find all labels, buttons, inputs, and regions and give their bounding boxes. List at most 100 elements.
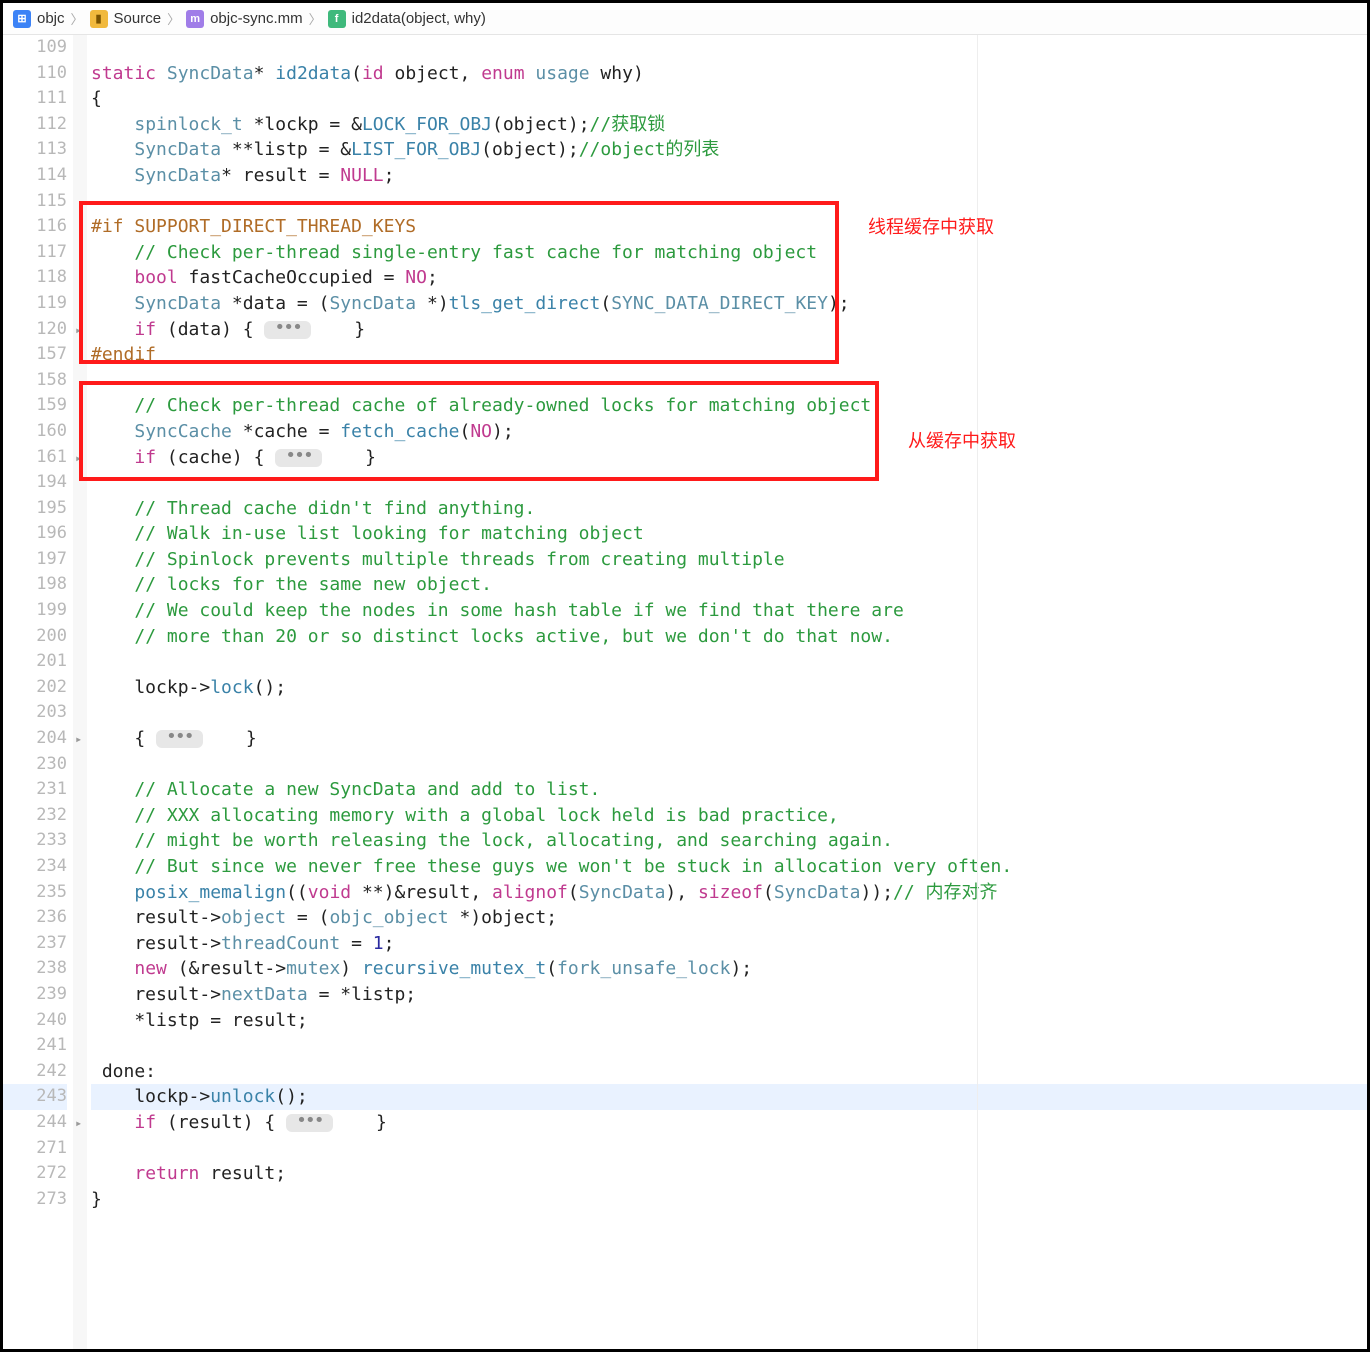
bc-folder[interactable]: Source: [114, 10, 162, 27]
code-line[interactable]: spinlock_t *lockp = &LOCK_FOR_OBJ(object…: [91, 112, 1367, 138]
code-line[interactable]: if (cache) { ••• }: [91, 445, 1367, 471]
code-line[interactable]: return result;: [91, 1161, 1367, 1187]
code-line[interactable]: { ••• }: [91, 726, 1367, 752]
code-line[interactable]: }: [91, 1187, 1367, 1213]
fold-arrow-icon[interactable]: ▸: [75, 453, 85, 463]
code-area[interactable]: static SyncData* id2data(id object, enum…: [87, 35, 1367, 1349]
code-line[interactable]: posix_memalign((void **)&result, alignof…: [91, 880, 1367, 906]
code-line[interactable]: // Thread cache didn't find anything.: [91, 496, 1367, 522]
code-line[interactable]: SyncCache *cache = fetch_cache(NO);: [91, 419, 1367, 445]
code-line[interactable]: result->nextData = *listp;: [91, 982, 1367, 1008]
code-line[interactable]: #endif: [91, 342, 1367, 368]
chevron-right-icon: 〉: [309, 9, 322, 28]
code-line[interactable]: // But since we never free these guys we…: [91, 854, 1367, 880]
code-line[interactable]: // Walk in-use list looking for matching…: [91, 521, 1367, 547]
code-line[interactable]: // more than 20 or so distinct locks act…: [91, 624, 1367, 650]
code-line[interactable]: [91, 368, 1367, 394]
fold-ellipsis[interactable]: •••: [286, 1114, 333, 1132]
code-line[interactable]: [91, 189, 1367, 215]
fold-ellipsis[interactable]: •••: [156, 730, 203, 748]
line-number: 197: [3, 547, 67, 573]
line-number: 118: [3, 265, 67, 291]
code-line[interactable]: if (data) { ••• }: [91, 317, 1367, 343]
line-number: 159: [3, 393, 67, 419]
code-line[interactable]: if (result) { ••• }: [91, 1110, 1367, 1136]
line-number: 194: [3, 470, 67, 496]
line-number: 234: [3, 854, 67, 880]
code-line[interactable]: // locks for the same new object.: [91, 572, 1367, 598]
code-line[interactable]: [91, 1033, 1367, 1059]
chevron-right-icon: 〉: [71, 9, 84, 28]
code-line[interactable]: {: [91, 86, 1367, 112]
line-number: 158: [3, 368, 67, 394]
code-line[interactable]: SyncData *data = (SyncData *)tls_get_dir…: [91, 291, 1367, 317]
code-line[interactable]: bool fastCacheOccupied = NO;: [91, 265, 1367, 291]
fold-ellipsis[interactable]: •••: [264, 321, 311, 339]
code-line[interactable]: // might be worth releasing the lock, al…: [91, 828, 1367, 854]
code-line[interactable]: // Allocate a new SyncData and add to li…: [91, 777, 1367, 803]
line-number: 116: [3, 214, 67, 240]
line-number: 237: [3, 931, 67, 957]
line-number: 109: [3, 35, 67, 61]
code-line[interactable]: done:: [91, 1059, 1367, 1085]
code-line[interactable]: // Check per-thread cache of already-own…: [91, 393, 1367, 419]
line-number: 202: [3, 675, 67, 701]
code-line[interactable]: *listp = result;: [91, 1008, 1367, 1034]
code-line[interactable]: [91, 700, 1367, 726]
code-line[interactable]: static SyncData* id2data(id object, enum…: [91, 61, 1367, 87]
line-number: 236: [3, 905, 67, 931]
line-number: 238: [3, 956, 67, 982]
code-line[interactable]: // XXX allocating memory with a global l…: [91, 803, 1367, 829]
code-line[interactable]: SyncData* result = NULL;: [91, 163, 1367, 189]
code-line[interactable]: [91, 1136, 1367, 1162]
line-number: 235: [3, 880, 67, 906]
line-number: 240: [3, 1008, 67, 1034]
code-line[interactable]: [91, 470, 1367, 496]
fold-arrow-icon[interactable]: ▸: [75, 1118, 85, 1128]
code-line[interactable]: #if SUPPORT_DIRECT_THREAD_KEYS: [91, 214, 1367, 240]
line-number: 196: [3, 521, 67, 547]
line-number: 199: [3, 598, 67, 624]
code-editor[interactable]: 1091101111121131141151161171181191201571…: [3, 35, 1367, 1349]
code-line[interactable]: lockp->unlock();: [91, 1084, 1367, 1110]
fold-ellipsis[interactable]: •••: [275, 449, 322, 467]
line-number: 115: [3, 189, 67, 215]
code-line[interactable]: // Spinlock prevents multiple threads fr…: [91, 547, 1367, 573]
line-number: 117: [3, 240, 67, 266]
breadcrumb[interactable]: ⊞ objc 〉 ▮ Source 〉 m objc-sync.mm 〉 f i…: [3, 3, 1367, 35]
code-line[interactable]: // Check per-thread single-entry fast ca…: [91, 240, 1367, 266]
line-number: 244: [3, 1110, 67, 1136]
line-number: 200: [3, 624, 67, 650]
code-line[interactable]: [91, 35, 1367, 61]
code-line[interactable]: [91, 649, 1367, 675]
line-number: 232: [3, 803, 67, 829]
annotation-1: 线程缓存中获取: [868, 213, 994, 239]
line-gutter: 1091101111121131141151161171181191201571…: [3, 35, 73, 1349]
chevron-right-icon: 〉: [167, 9, 180, 28]
code-line[interactable]: lockp->lock();: [91, 675, 1367, 701]
code-line[interactable]: SyncData **listp = &LIST_FOR_OBJ(object)…: [91, 137, 1367, 163]
bc-symbol[interactable]: id2data(object, why): [352, 10, 486, 27]
line-number: 204: [3, 726, 67, 752]
line-number: 161: [3, 445, 67, 471]
line-number: 198: [3, 572, 67, 598]
fold-arrow-icon[interactable]: ▸: [75, 325, 85, 335]
line-number: 157: [3, 342, 67, 368]
fold-arrow-icon[interactable]: ▸: [75, 734, 85, 744]
bc-file[interactable]: objc-sync.mm: [210, 10, 303, 27]
line-number: 271: [3, 1136, 67, 1162]
line-number: 230: [3, 752, 67, 778]
fold-column[interactable]: ▸ ▸ ▸ ▸: [73, 35, 87, 1349]
code-line[interactable]: // We could keep the nodes in some hash …: [91, 598, 1367, 624]
code-line[interactable]: new (&result->mutex) recursive_mutex_t(f…: [91, 956, 1367, 982]
line-number: 242: [3, 1059, 67, 1085]
line-number: 201: [3, 649, 67, 675]
folder-icon: ▮: [90, 10, 108, 28]
line-number: 239: [3, 982, 67, 1008]
bc-project[interactable]: objc: [37, 10, 65, 27]
code-line[interactable]: result->threadCount = 1;: [91, 931, 1367, 957]
project-icon: ⊞: [13, 10, 31, 28]
code-line[interactable]: [91, 752, 1367, 778]
line-number: 113: [3, 137, 67, 163]
code-line[interactable]: result->object = (objc_object *)object;: [91, 905, 1367, 931]
